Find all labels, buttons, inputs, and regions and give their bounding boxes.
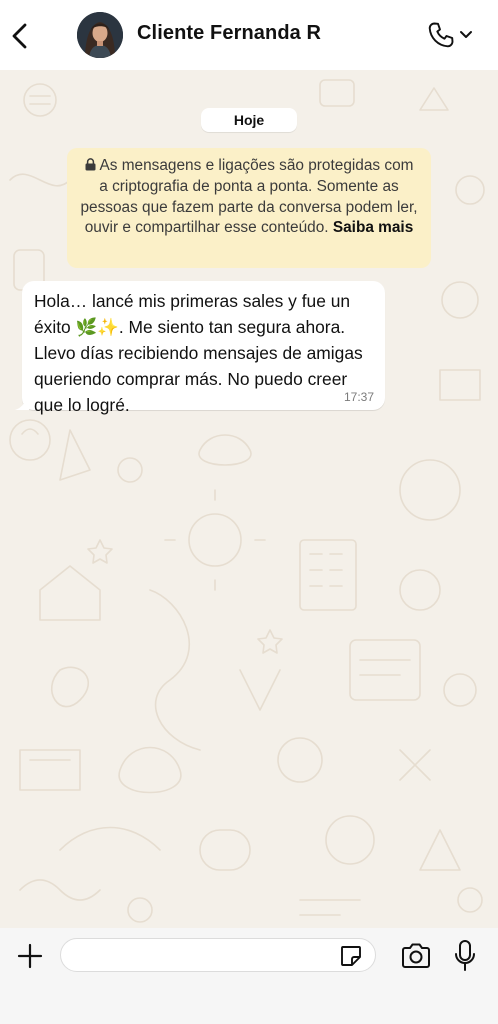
- chat-header: Cliente Fernanda R: [0, 0, 498, 70]
- message-text: Hola… lancé mis primeras sales y fue un …: [34, 288, 373, 418]
- avatar[interactable]: [77, 12, 123, 58]
- contact-name[interactable]: Cliente Fernanda R: [137, 22, 321, 45]
- chat-area[interactable]: Hoje As mensagens e ligações são protegi…: [0, 70, 498, 928]
- microphone-button[interactable]: [452, 938, 478, 974]
- lock-icon: [85, 158, 95, 171]
- back-button[interactable]: [6, 18, 34, 54]
- learn-more-link[interactable]: Saiba mais: [333, 219, 413, 236]
- bubble-tail: [15, 396, 29, 410]
- camera-icon: [402, 943, 430, 968]
- call-button[interactable]: [426, 18, 478, 52]
- date-separator: Hoje: [201, 108, 297, 132]
- attach-button[interactable]: [14, 940, 46, 972]
- message-timestamp: 17:37: [343, 390, 374, 404]
- message-emoji: 🌿✨: [75, 317, 119, 337]
- chat-screen: Cliente Fernanda R Hoje As mensagens e l…: [0, 0, 498, 1024]
- message-bubble-incoming[interactable]: Hola… lancé mis primeras sales y fue un …: [15, 281, 385, 415]
- message-input[interactable]: [60, 938, 376, 972]
- sticker-icon: [341, 946, 361, 966]
- camera-button[interactable]: [399, 940, 433, 972]
- plus-icon: [17, 943, 43, 969]
- chevron-down-icon: [460, 31, 472, 38]
- microphone-icon: [455, 940, 475, 971]
- avatar-image: [77, 12, 123, 58]
- sticker-button[interactable]: [338, 943, 364, 969]
- phone-icon: [428, 22, 454, 48]
- message-composer: [0, 928, 498, 1024]
- chevron-left-icon: [12, 23, 27, 49]
- encryption-notice[interactable]: As mensagens e ligações são protegidas c…: [67, 148, 431, 268]
